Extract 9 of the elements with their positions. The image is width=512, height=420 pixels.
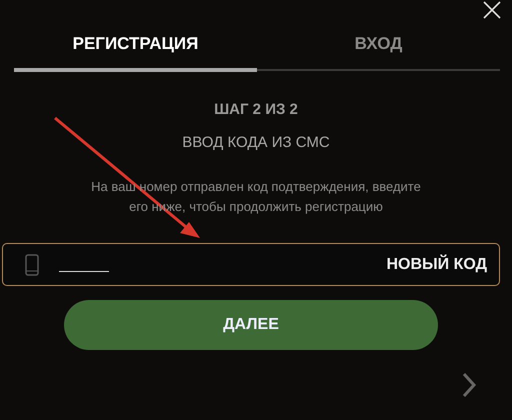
phone-icon (25, 254, 39, 276)
chevron-right-icon[interactable] (461, 372, 477, 398)
tab[interactable]: ВХОД (257, 16, 500, 72)
new-code-button[interactable]: НОВЫЙ КОД (386, 252, 487, 278)
step-indicator: ШАГ 2 ИЗ 2 (213, 101, 299, 118)
close-icon[interactable] (482, 0, 502, 20)
subtitle: ВВОД КОДА ИЗ СМС (181, 134, 331, 151)
next-button[interactable]: ДАЛЕЕ (64, 300, 438, 350)
tab[interactable]: РЕГИСТРАЦИЯ (14, 16, 257, 72)
